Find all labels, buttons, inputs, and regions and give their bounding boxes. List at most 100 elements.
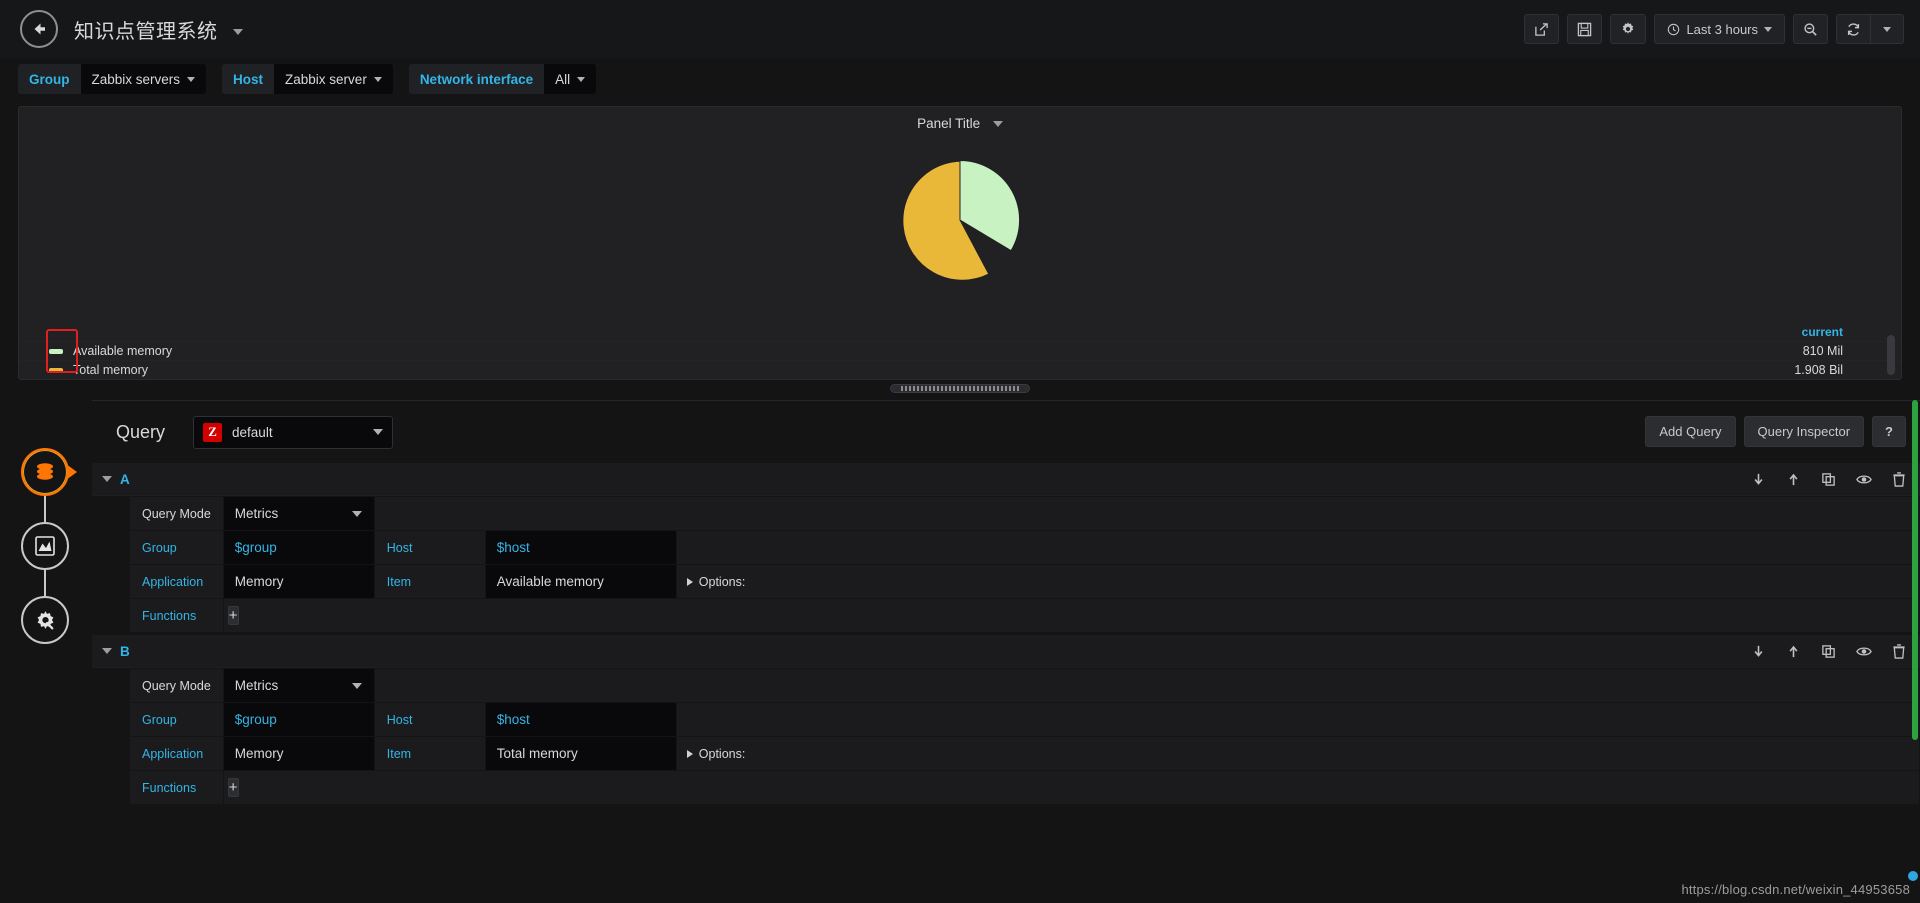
group-label: Group [130,531,223,564]
share-icon [1535,22,1549,36]
variable-select-network-interface[interactable]: All [544,64,597,94]
query-mode-label: Query Mode [130,669,223,702]
chevron-down-icon [373,429,384,435]
delete-trash-icon[interactable] [1892,644,1906,659]
datasource-picker[interactable]: Z default [193,415,394,449]
clock-icon [1668,23,1680,35]
chevron-down-icon [232,29,243,36]
item-label: Item [374,737,485,770]
query-editor-pane: Query Z default Add Query Query Inspecto… [92,400,1920,903]
query-mode-select[interactable]: Metrics [223,669,374,702]
visualization-tab[interactable] [14,522,76,570]
delete-trash-icon[interactable] [1892,472,1906,487]
variable-value-group: Zabbix servers [91,71,181,87]
query-inspector-button[interactable]: Query Inspector [1743,416,1865,447]
general-tab[interactable] [14,596,76,644]
group-field[interactable]: $group [223,703,374,736]
application-item-row: Application Memory Item Available memory… [130,565,1919,598]
variable-network-interface: Network interface All [408,64,597,94]
visualization-tab-circle[interactable] [21,522,69,570]
duplicate-icon[interactable] [1821,472,1836,487]
gear-wrench-icon [37,610,53,629]
top-navbar: 知识点管理系统 Last 3 hours [0,0,1920,58]
item-field[interactable]: Total memory [485,737,676,770]
chevron-down-icon [1764,26,1772,32]
duplicate-icon[interactable] [1821,644,1836,659]
time-range-picker[interactable]: Last 3 hours [1654,14,1785,44]
move-down-icon[interactable] [1751,644,1766,659]
variable-select-group[interactable]: Zabbix servers [80,64,207,94]
watermark-dot-icon [1908,871,1918,881]
queries-tab[interactable] [14,448,77,496]
refresh-button[interactable] [1836,14,1870,44]
query-row-a: A Query Mode Metrics Group $group Host $… [92,463,1920,633]
share-dashboard-button[interactable] [1524,14,1560,44]
item-field[interactable]: Available memory [485,565,676,598]
move-up-icon[interactable] [1786,472,1801,487]
query-help-button[interactable]: ? [1872,416,1906,447]
panel-header[interactable]: Panel Title [19,107,1901,131]
queries-tab-circle[interactable] [21,448,69,496]
dashboard-settings-button[interactable] [1610,14,1647,44]
collapse-triangle-icon[interactable] [102,648,112,654]
spacer-cell [374,669,1919,702]
move-down-icon[interactable] [1751,472,1766,487]
application-item-row: Application Memory Item Total memory Opt… [130,737,1919,770]
hide-eye-icon[interactable] [1856,472,1872,487]
application-field[interactable]: Memory [223,737,374,770]
grafana-dashboard-edit-page: 知识点管理系统 Last 3 hours Group Zabbix server… [0,0,1920,903]
host-field[interactable]: $host [485,531,676,564]
chevron-down-icon [373,76,382,82]
query-mode-select[interactable]: Metrics [223,497,374,530]
variable-select-host[interactable]: Zabbix server [274,64,393,94]
spacer-cell [676,703,1919,736]
group-field[interactable]: $group [223,531,374,564]
query-a-actions [1751,463,1906,496]
functions-cell: + [223,599,1919,632]
query-a-header: A [92,463,1920,496]
move-up-icon[interactable] [1786,644,1801,659]
query-editor-header: Query Z default Add Query Query Inspecto… [92,401,1920,463]
refresh-interval-dropdown[interactable] [1870,14,1904,44]
edit-mode-nav [14,448,77,644]
pie-chart [902,159,1021,281]
options-toggle[interactable]: Options: [676,565,1919,598]
dashboard-title-menu[interactable]: 知识点管理系统 [74,15,243,44]
query-b-table: Query Mode Metrics Group $group Host $ho… [129,668,1920,805]
add-function-button[interactable]: + [227,778,239,797]
legend-color-swatch [49,367,63,373]
query-a-table: Query Mode Metrics Group $group Host $ho… [129,496,1920,633]
watermark-url: https://blog.csdn.net/weixin_44953658 [1681,882,1910,897]
panel-legend: current Available memory 810 Mil Total m… [19,325,1901,379]
variable-value-network-interface: All [555,71,571,87]
application-field[interactable]: Memory [223,565,374,598]
save-icon [1578,22,1592,36]
item-label: Item [374,565,485,598]
back-button[interactable] [20,10,58,48]
magnifier-minus-icon [1804,22,1817,36]
variable-host: Host Zabbix server [222,64,393,94]
host-field[interactable]: $host [485,703,676,736]
legend-item-available-memory[interactable]: Available memory 810 Mil [19,341,1901,360]
legend-scrollbar[interactable] [1887,335,1895,375]
database-icon [37,463,53,480]
add-query-button[interactable]: Add Query [1645,416,1736,447]
time-range-label: Last 3 hours [1686,21,1758,37]
query-mode-value: Metrics [234,506,279,521]
legend-item-total-memory[interactable]: Total memory 1.908 Bil [19,360,1901,379]
zoom-out-button[interactable] [1793,14,1828,44]
query-mode-row: Query Mode Metrics [130,669,1919,702]
collapse-triangle-icon[interactable] [102,476,112,482]
gear-icon [1623,22,1634,34]
variable-label-group: Group [18,64,81,94]
host-label: Host [374,531,485,564]
query-mode-value: Metrics [234,678,279,693]
general-tab-circle[interactable] [21,596,69,644]
hide-eye-icon[interactable] [1856,644,1872,659]
save-dashboard-button[interactable] [1567,14,1603,44]
panel-resize-handle[interactable] [890,384,1030,393]
add-function-button[interactable]: + [227,606,239,625]
query-ref-id: B [120,643,130,659]
options-toggle[interactable]: Options: [676,737,1919,770]
editor-scrollbar[interactable] [1912,400,1918,740]
